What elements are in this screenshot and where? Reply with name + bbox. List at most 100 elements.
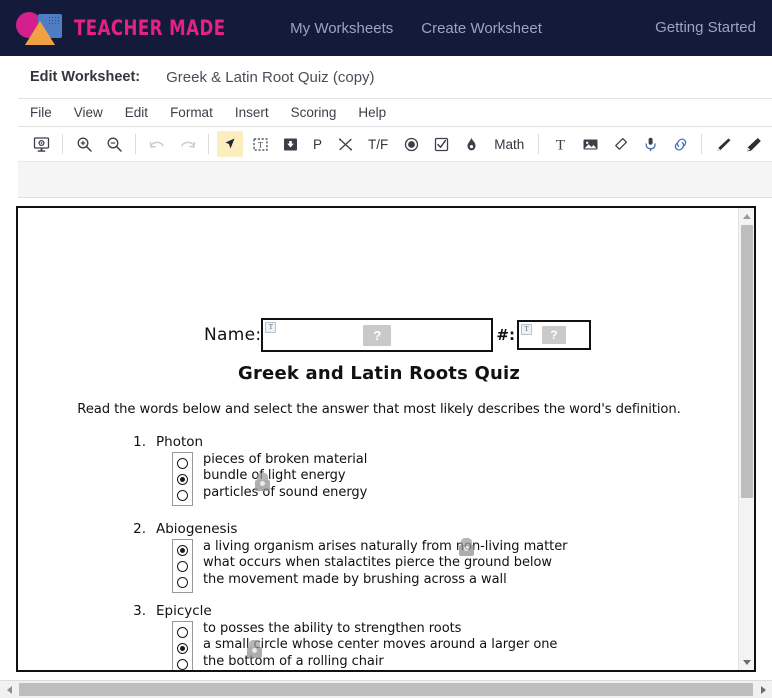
menu-item-scoring[interactable]: Scoring [291, 105, 350, 120]
canvas-vertical-scrollbar[interactable] [738, 208, 754, 670]
question-3-radio-0[interactable] [177, 626, 188, 638]
number-field-placeholder: ? [542, 326, 566, 344]
text-format-icon[interactable]: T [547, 131, 573, 157]
marker-icon[interactable] [740, 131, 766, 157]
scroll-left-arrow-icon[interactable] [0, 681, 18, 698]
menu-item-view[interactable]: View [74, 105, 116, 120]
text-box-tool-icon[interactable]: T [247, 131, 273, 157]
question-1-radio-group [172, 452, 193, 506]
number-input-field[interactable]: T ? [516, 320, 591, 350]
question-2-option-text-2: the movement made by brushing across a w… [203, 571, 507, 587]
question-2-options: a living organism arises naturally from … [172, 539, 568, 593]
worksheet-title-bar: Edit Worksheet: Greek & Latin Root Quiz … [18, 56, 772, 99]
question-1-radio-0[interactable] [177, 457, 188, 469]
worksheet-heading: Greek and Latin Roots Quiz [237, 363, 521, 384]
matching-tool-icon[interactable] [332, 131, 358, 157]
question-2-option-text-1: what occurs when stalactites pierce the … [203, 555, 552, 571]
radio-button-tool-icon[interactable] [398, 131, 424, 157]
eraser-icon[interactable] [607, 131, 633, 157]
question-3-option-text-0: to posses the ability to strengthen root… [203, 621, 462, 636]
question-block-1: 1. Photon pieces of broken material bund… [124, 434, 367, 506]
select-arrow-tool-icon[interactable] [217, 131, 243, 157]
nav-link-my-worksheets[interactable]: My Worksheets [290, 20, 393, 37]
undo-icon[interactable] [144, 131, 170, 157]
toolbar-divider [62, 134, 63, 154]
pen-icon[interactable] [710, 131, 736, 157]
name-number-row: Name: T ? #: T ? [204, 318, 591, 352]
nav-link-getting-started[interactable]: Getting Started [655, 19, 756, 36]
worksheet-name-value[interactable]: Greek & Latin Root Quiz (copy) [166, 69, 374, 86]
redo-icon[interactable] [174, 131, 200, 157]
question-2-radio-1[interactable] [177, 560, 188, 572]
paragraph-tool-label[interactable]: P [307, 131, 328, 157]
primary-nav-links: My Worksheets Create Worksheet [290, 20, 542, 37]
question-1-option-text-0: pieces of broken material [203, 452, 368, 467]
question-1-options: pieces of broken material bundle of ligh… [172, 452, 367, 506]
brand-wordmark: TEACHER MADE [74, 16, 226, 40]
question-1-option-labels: pieces of broken material bundle of ligh… [203, 452, 367, 506]
hotspot-tool-icon[interactable] [458, 131, 484, 157]
editor-toolbar: T P T/F Math T [18, 127, 772, 162]
dropdown-tool-icon[interactable] [277, 131, 303, 157]
menu-bar: File View Edit Format Insert Scoring Hel… [18, 99, 772, 127]
menu-item-insert[interactable]: Insert [235, 105, 282, 120]
question-1-header: 1. Photon [124, 434, 367, 450]
bottom-spacer [0, 672, 772, 680]
question-2-option-labels: a living organism arises naturally from … [203, 539, 568, 593]
secondary-options-bar [18, 162, 772, 198]
nav-link-create-worksheet[interactable]: Create Worksheet [421, 20, 542, 37]
menu-item-format[interactable]: Format [170, 105, 226, 120]
question-block-2: 2. Abiogenesis a living organism arises … [124, 521, 568, 593]
name-input-field[interactable]: T ? [261, 318, 494, 352]
vertical-scrollbar-thumb[interactable] [741, 225, 753, 498]
question-3-radio-1[interactable] [177, 642, 188, 654]
presentation-preview-icon[interactable] [28, 131, 54, 157]
svg-text:T: T [556, 137, 565, 153]
logo-triangle-shape [25, 21, 55, 45]
scroll-right-arrow-icon[interactable] [754, 681, 772, 698]
link-icon[interactable] [667, 131, 693, 157]
math-tool-label[interactable]: Math [488, 131, 530, 157]
zoom-out-icon[interactable] [101, 131, 127, 157]
question-3-options: to posses the ability to strengthen root… [172, 621, 558, 670]
brand-logo[interactable]: TEACHER MADE [14, 9, 246, 47]
question-2-option-text-0: a living organism arises naturally from … [203, 539, 568, 554]
insert-image-icon[interactable] [577, 131, 603, 157]
question-3-radio-2[interactable] [177, 658, 188, 670]
text-field-badge-icon: T [520, 324, 532, 335]
question-2-number: 2. [133, 521, 146, 537]
question-2-word: Abiogenesis [156, 521, 238, 537]
audio-recorder-icon[interactable] [637, 131, 663, 157]
question-2-radio-group [172, 539, 193, 593]
question-1-radio-1[interactable] [177, 473, 188, 485]
menu-item-file[interactable]: File [30, 105, 65, 120]
question-1-radio-2[interactable] [177, 489, 188, 501]
number-label: #: [496, 326, 515, 344]
true-false-tool-label[interactable]: T/F [362, 131, 394, 157]
question-3-header: 3. Epicycle [124, 603, 557, 619]
menu-item-edit[interactable]: Edit [125, 105, 161, 120]
question-2-radio-2[interactable] [177, 576, 188, 588]
worksheet-page: Name: T ? #: T ? Greek and Latin Roots Q… [18, 208, 740, 670]
question-3-number: 3. [133, 603, 146, 619]
toolbar-divider [538, 134, 540, 154]
horizontal-scrollbar-thumb[interactable] [19, 683, 753, 696]
checkbox-tool-icon[interactable] [428, 131, 454, 157]
question-3-option-text-2: the bottom of a rolling chair [203, 653, 384, 669]
toolbar-divider [701, 134, 703, 154]
nav-right-group: Getting Started [655, 19, 756, 37]
menu-item-help[interactable]: Help [358, 105, 399, 120]
text-field-badge-icon: T [265, 322, 277, 333]
question-1-option-text-1: bundle of light energy [203, 468, 346, 484]
top-navigation-bar: TEACHER MADE My Worksheets Create Worksh… [0, 0, 772, 56]
name-label: Name: [204, 325, 262, 345]
toolbar-divider [208, 134, 209, 154]
scroll-down-arrow-icon[interactable] [739, 654, 754, 670]
scroll-up-arrow-icon[interactable] [739, 208, 754, 224]
zoom-in-icon[interactable] [71, 131, 97, 157]
worksheet-instructions: Read the words below and select the answ… [77, 402, 681, 417]
edit-worksheet-label: Edit Worksheet: [30, 69, 141, 85]
question-3-option-text-1: a small circle whose center moves around… [203, 637, 558, 653]
question-2-radio-0[interactable] [177, 544, 188, 556]
window-horizontal-scrollbar[interactable] [0, 680, 772, 698]
